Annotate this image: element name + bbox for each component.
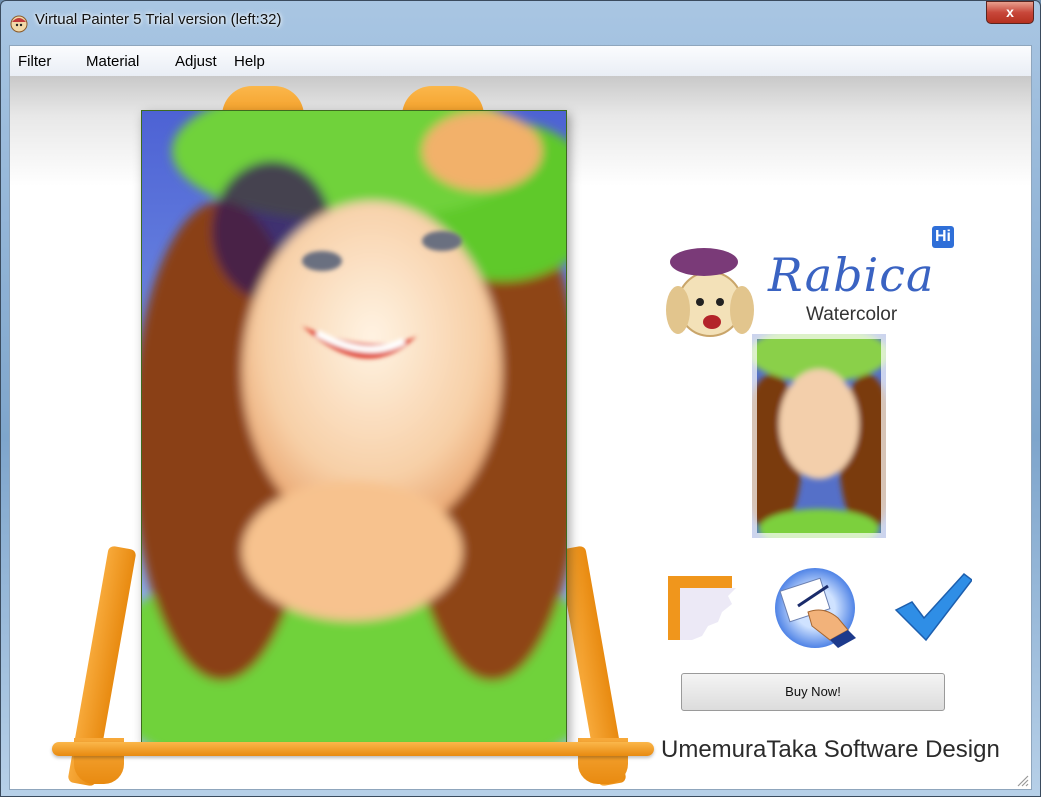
app-icon (10, 15, 28, 33)
app-window: Virtual Painter 5 Trial version (left:32… (0, 0, 1041, 797)
buy-now-button[interactable]: Buy Now! (681, 673, 945, 711)
painter-content: Rabica Hi Watercolor Buy Now! UmemuraTak… (10, 76, 1031, 789)
logo-text: Rabica (768, 248, 935, 302)
menu-material[interactable]: Material (86, 53, 139, 70)
checkmark-icon (894, 572, 974, 642)
hi-badge: Hi (932, 226, 954, 248)
client-area: Filter Material Adjust Help Rabica Hi Wa… (9, 45, 1032, 790)
photo-portrait (752, 334, 886, 538)
menu-help[interactable]: Help (234, 53, 265, 70)
apply-tool[interactable] (890, 566, 974, 648)
watercolor-canvas[interactable] (141, 110, 567, 744)
dog-with-beret-icon (666, 248, 754, 337)
close-button[interactable]: x (986, 1, 1034, 24)
watercolor-portrait (142, 111, 566, 743)
paint-hand-icon (775, 568, 856, 648)
close-icon: x (1006, 4, 1014, 20)
easel-crossbar (52, 742, 654, 756)
window-title: Virtual Painter 5 Trial version (left:32… (35, 11, 282, 28)
paint-tool[interactable] (768, 566, 856, 648)
menu-adjust[interactable]: Adjust (175, 53, 217, 70)
rabica-logo: Rabica Hi Watercolor (660, 220, 970, 350)
frame-icon (668, 576, 736, 640)
title-bar[interactable]: Virtual Painter 5 Trial version (left:32… (1, 1, 1040, 45)
resize-grip-icon[interactable] (1015, 773, 1029, 787)
menu-bar: Filter Material Adjust Help (10, 46, 1031, 77)
menu-filter[interactable]: Filter (18, 53, 51, 70)
frame-tool[interactable] (662, 566, 744, 648)
developer-credit: UmemuraTaka Software Design (661, 736, 1000, 763)
original-photo-thumbnail[interactable] (752, 334, 886, 538)
logo-subtitle: Watercolor (806, 304, 898, 325)
